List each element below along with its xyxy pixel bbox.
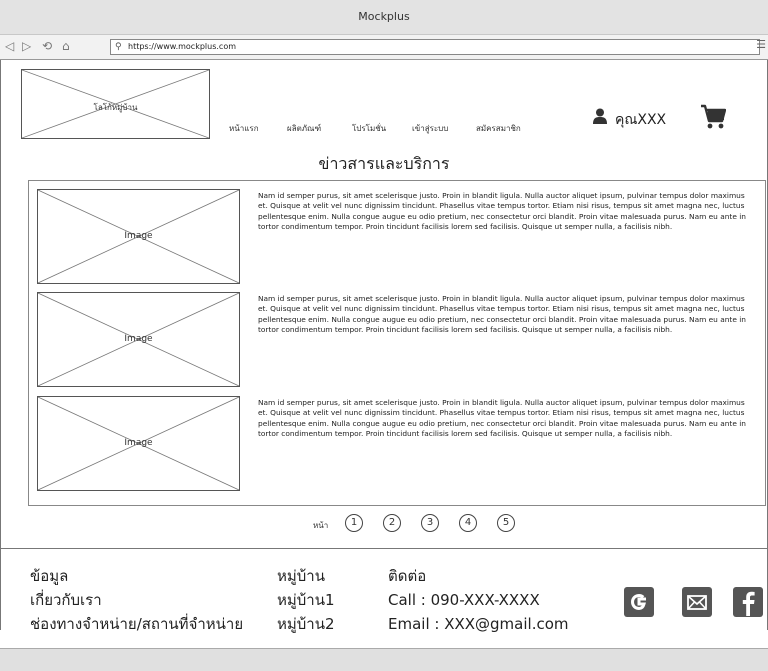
news-image[interactable]: Image [37, 396, 240, 491]
nav-home[interactable]: หน้าแรก [229, 122, 259, 135]
footer-village-column: หมู่บ้าน หมู่บ้าน1 หมู่บ้าน2 [277, 564, 335, 636]
footer-village-heading: หมู่บ้าน [277, 567, 325, 585]
logo-placeholder[interactable]: โลโก้หมู่บ้าน [21, 69, 210, 139]
nav-products[interactable]: ผลิตภัณฑ์ [287, 122, 321, 135]
news-text: Nam id semper purus, sit amet scelerisqu… [258, 191, 746, 231]
image-label: Image [124, 333, 153, 344]
search-icon: ⚲ [115, 42, 122, 52]
mail-icon[interactable] [682, 587, 712, 617]
footer-village2-link[interactable]: หมู่บ้าน2 [277, 612, 335, 636]
image-label: Image [124, 230, 153, 241]
news-text: Nam id semper purus, sit amet scelerisqu… [258, 398, 746, 438]
nav-login[interactable]: เข้าสู่ระบบ [412, 122, 448, 135]
news-image[interactable]: Image [37, 292, 240, 387]
status-bar [0, 648, 768, 671]
browser-toolbar: ◁ ▷ ⟲ ⌂ ⚲ https://www.mockplus.com ☰ [0, 35, 768, 60]
pagination-label: หน้า [313, 521, 329, 530]
page-1-button[interactable]: 1 [345, 514, 363, 532]
refresh-icon[interactable]: ⟲ [42, 39, 52, 53]
pagination: หน้า 1 2 3 4 5 [0, 514, 768, 534]
cart-icon[interactable] [700, 103, 726, 131]
home-icon[interactable]: ⌂ [62, 39, 70, 53]
page-5-button[interactable]: 5 [497, 514, 515, 532]
footer-info-heading: ข้อมูล [30, 567, 69, 585]
footer-village1-link[interactable]: หมู่บ้าน1 [277, 588, 335, 612]
page-3-button[interactable]: 3 [421, 514, 439, 532]
image-label: Image [124, 437, 153, 448]
news-image[interactable]: Image [37, 189, 240, 284]
footer-email: Email : XXX@gmail.com [388, 615, 569, 633]
back-icon[interactable]: ◁ [5, 39, 14, 53]
window-title: Mockplus [358, 10, 410, 23]
footer-distribution-link[interactable]: ช่องทางจำหน่าย/สถานที่จำหน่าย [30, 612, 243, 636]
footer-phone: Call : 090-XXX-XXXX [388, 591, 540, 609]
address-bar[interactable]: ⚲ https://www.mockplus.com [110, 39, 760, 55]
facebook-icon[interactable] [733, 587, 763, 617]
address-url: https://www.mockplus.com [128, 42, 236, 51]
footer-contact-heading: ติดต่อ [388, 567, 427, 585]
page-2-button[interactable]: 2 [383, 514, 401, 532]
window-titlebar: Mockplus [0, 0, 768, 35]
page-4-button[interactable]: 4 [459, 514, 477, 532]
user-name: คุณXXX [615, 112, 667, 128]
section-title: ข่าวสารและบริการ [318, 154, 450, 173]
nav-register[interactable]: สมัครสมาชิก [476, 122, 521, 135]
logo-label: โลโก้หมู่บ้าน [93, 103, 138, 112]
menu-icon[interactable]: ☰ [756, 38, 766, 51]
news-text: Nam id semper purus, sit amet scelerisqu… [258, 294, 746, 334]
footer-contact-column: ติดต่อ Call : 090-XXX-XXXX Email : XXX@g… [388, 564, 569, 636]
google-icon[interactable] [624, 587, 654, 617]
nav-promotion[interactable]: โปรโมชั่น [352, 122, 386, 135]
user-icon [593, 108, 607, 124]
footer-info-column: ข้อมูล เกี่ยวกับเรา ช่องทางจำหน่าย/สถานท… [30, 564, 243, 636]
forward-icon[interactable]: ▷ [22, 39, 31, 53]
footer-about-link[interactable]: เกี่ยวกับเรา [30, 588, 243, 612]
